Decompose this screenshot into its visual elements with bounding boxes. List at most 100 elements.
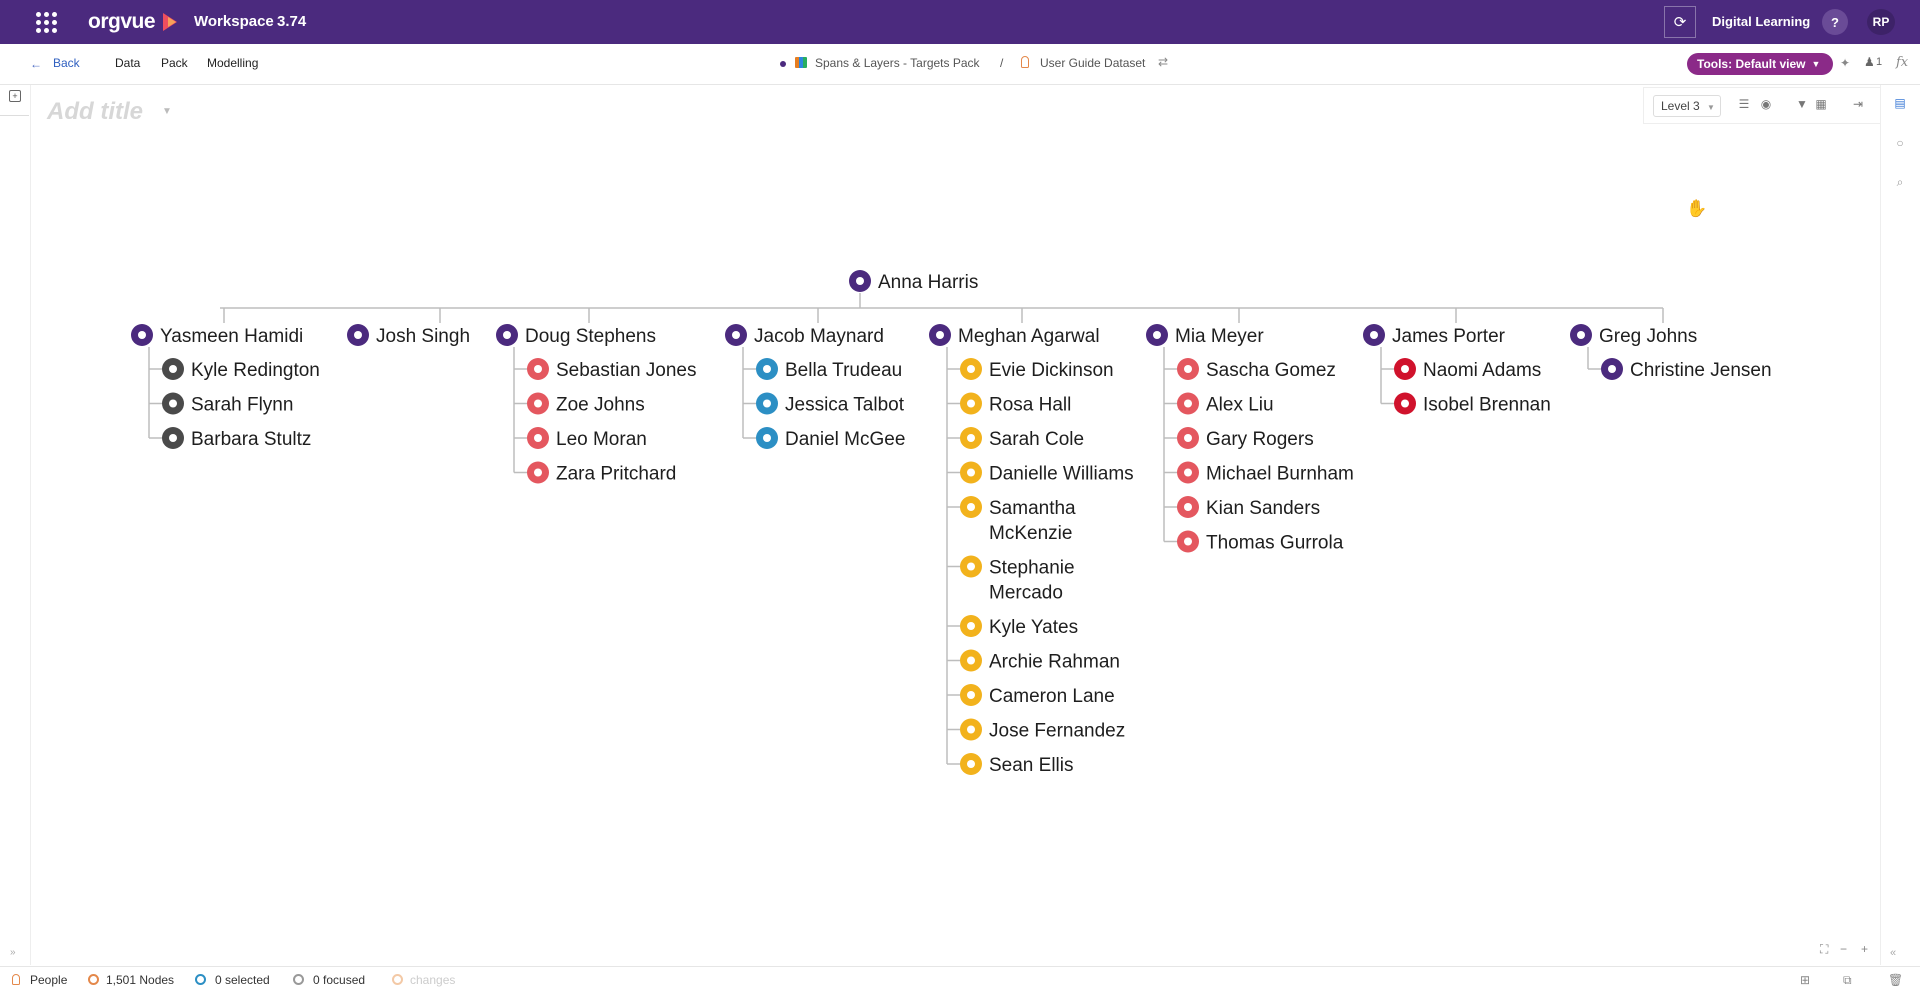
node-marker-dot <box>967 468 975 477</box>
copy-icon[interactable]: ⧉ <box>1843 973 1852 988</box>
node-marker-dot <box>1401 365 1409 373</box>
list-icon[interactable]: ☰ <box>1737 97 1751 111</box>
formula-icon[interactable]: fx <box>1896 55 1908 70</box>
org-node-report[interactable]: Alex Liu <box>1177 392 1274 416</box>
org-node-report[interactable]: Leo Moran <box>527 427 647 450</box>
back-arrow-icon[interactable]: ← <box>30 57 42 71</box>
org-node-root[interactable]: Anna Harris <box>849 270 978 293</box>
org-node-manager[interactable]: Doug Stephens <box>496 324 656 347</box>
add-panel-icon[interactable]: + <box>9 90 21 102</box>
zoom-in-icon[interactable]: + <box>1861 942 1868 956</box>
org-node-report[interactable]: Sean Ellis <box>960 753 1074 776</box>
refresh-button[interactable]: ⟳ <box>1664 6 1696 38</box>
org-node-report[interactable]: Jessica Talbot <box>756 392 905 416</box>
org-node-report[interactable]: Sebastian Jones <box>527 358 697 381</box>
org-node-manager[interactable]: Meghan Agarwal <box>929 324 1100 347</box>
focused-count[interactable]: 0 focused <box>313 973 365 987</box>
org-node-manager[interactable]: Yasmeen Hamidi <box>131 324 303 347</box>
org-node-report[interactable]: Stephanie Mercado <box>960 555 1075 604</box>
org-node-report[interactable]: Zoe Johns <box>527 392 645 416</box>
org-node-report[interactable]: Barbara Stultz <box>162 427 311 450</box>
org-node-report[interactable]: Kyle Yates <box>960 615 1078 638</box>
sync-icon[interactable]: ⇄ <box>1158 55 1168 69</box>
org-node-report[interactable]: Evie Dickinson <box>960 358 1114 381</box>
org-node-report[interactable]: Michael Burnham <box>1177 461 1354 485</box>
right-panel-strip <box>1880 85 1920 965</box>
node-label: Mercado <box>989 583 1063 604</box>
filter-icon[interactable]: ▼ <box>1795 97 1809 111</box>
node-marker-dot <box>1184 503 1192 511</box>
zoom-out-icon[interactable]: − <box>1840 942 1847 956</box>
org-node-report[interactable]: Bella Trudeau <box>756 358 902 381</box>
circle-icon[interactable]: ○ <box>1892 135 1908 151</box>
org-node-report[interactable]: Zara Pritchard <box>527 461 676 485</box>
org-node-report[interactable]: Gary Rogers <box>1177 427 1314 450</box>
org-node-report[interactable]: Samantha McKenzie <box>960 496 1076 544</box>
org-node-manager[interactable]: Jacob Maynard <box>725 324 884 347</box>
pin-icon[interactable]: ✦ <box>1840 56 1850 70</box>
add-node-icon[interactable]: ⊞ <box>1800 973 1810 987</box>
delete-icon[interactable]: 🗑 <box>1888 973 1903 987</box>
user-avatar[interactable]: RP <box>1867 9 1895 35</box>
logo-mark-accent-icon <box>168 17 176 27</box>
nav-pack[interactable]: Pack <box>161 56 188 70</box>
org-node-report[interactable]: Archie Rahman <box>960 649 1120 673</box>
node-marker-dot <box>967 503 975 511</box>
node-label: Sarah Cole <box>989 429 1084 450</box>
node-label: Zoe Johns <box>556 395 645 416</box>
title-input[interactable]: Add title <box>47 98 143 126</box>
tools-view-dropdown[interactable]: Tools: Default view ▼ <box>1687 53 1833 75</box>
breadcrumb-pack[interactable]: Spans & Layers - Targets Pack <box>815 56 980 70</box>
org-node-report[interactable]: Christine Jensen <box>1601 358 1772 381</box>
back-link[interactable]: Back <box>53 56 80 70</box>
org-node-report[interactable]: Cameron Lane <box>960 684 1115 707</box>
org-node-report[interactable]: Rosa Hall <box>960 392 1071 416</box>
node-label: Anna Harris <box>878 272 978 293</box>
org-node-report[interactable]: Thomas Gurrola <box>1177 530 1344 554</box>
org-node-report[interactable]: Sascha Gomez <box>1177 358 1336 381</box>
tenant-switcher[interactable]: Digital Learning <box>1712 14 1810 29</box>
org-node-report[interactable]: Daniel McGee <box>756 427 905 450</box>
expand-left-panel-icon[interactable]: » <box>10 947 16 958</box>
breadcrumb-dataset[interactable]: User Guide Dataset <box>1040 56 1145 70</box>
org-node-manager[interactable]: James Porter <box>1363 324 1506 347</box>
level-select[interactable]: Level 3 ▼ <box>1653 95 1721 117</box>
org-node-report[interactable]: Sarah Flynn <box>162 392 293 416</box>
title-chevron-down-icon[interactable]: ▼ <box>162 106 172 117</box>
org-node-report[interactable]: Kian Sanders <box>1177 496 1320 519</box>
org-node-manager[interactable]: Mia Meyer <box>1146 324 1264 347</box>
properties-panel-icon[interactable]: ▤ <box>1892 95 1908 111</box>
nav-data[interactable]: Data <box>115 56 140 70</box>
node-marker-dot <box>534 468 542 477</box>
search-icon[interactable]: ⌕ <box>1892 174 1908 190</box>
level-select-value: Level 3 <box>1661 99 1700 113</box>
dimension-label[interactable]: People <box>30 973 67 987</box>
node-marker-dot <box>763 434 771 442</box>
changes-icon <box>392 974 403 985</box>
org-node-report[interactable]: Isobel Brennan <box>1394 392 1551 416</box>
nodes-count: 1,501 Nodes <box>106 973 175 987</box>
fit-screen-icon[interactable]: ⛶ <box>1820 942 1828 957</box>
top-bar: orgvue Workspace 3.74 ⟳ Digital Learning… <box>0 0 1920 44</box>
node-label: Gary Rogers <box>1206 429 1314 450</box>
selected-count[interactable]: 0 selected <box>215 973 270 987</box>
export-icon[interactable]: ⇥ <box>1851 97 1865 111</box>
nav-modelling[interactable]: Modelling <box>207 56 258 70</box>
node-label: Jessica Talbot <box>785 395 905 416</box>
org-node-report[interactable]: Jose Fernandez <box>960 718 1125 742</box>
divider <box>0 115 29 116</box>
collapse-right-panel-icon[interactable]: « <box>1890 947 1896 959</box>
help-button[interactable]: ? <box>1822 9 1848 35</box>
org-node-manager[interactable]: Josh Singh <box>347 324 470 347</box>
collaborators-icon[interactable]: ♟ <box>1864 55 1875 69</box>
app-launcher-icon[interactable] <box>36 12 57 33</box>
changes-label[interactable]: changes <box>410 973 455 987</box>
palette-icon[interactable]: ◉ <box>1759 97 1773 111</box>
breadcrumb-separator: / <box>1000 56 1004 70</box>
org-node-report[interactable]: Kyle Redington <box>162 358 320 381</box>
org-node-report[interactable]: Naomi Adams <box>1394 358 1541 381</box>
org-node-report[interactable]: Sarah Cole <box>960 427 1084 450</box>
org-node-report[interactable]: Danielle Williams <box>960 461 1134 485</box>
org-node-manager[interactable]: Greg Johns <box>1570 324 1697 347</box>
cards-icon[interactable]: ▦ <box>1814 97 1828 111</box>
